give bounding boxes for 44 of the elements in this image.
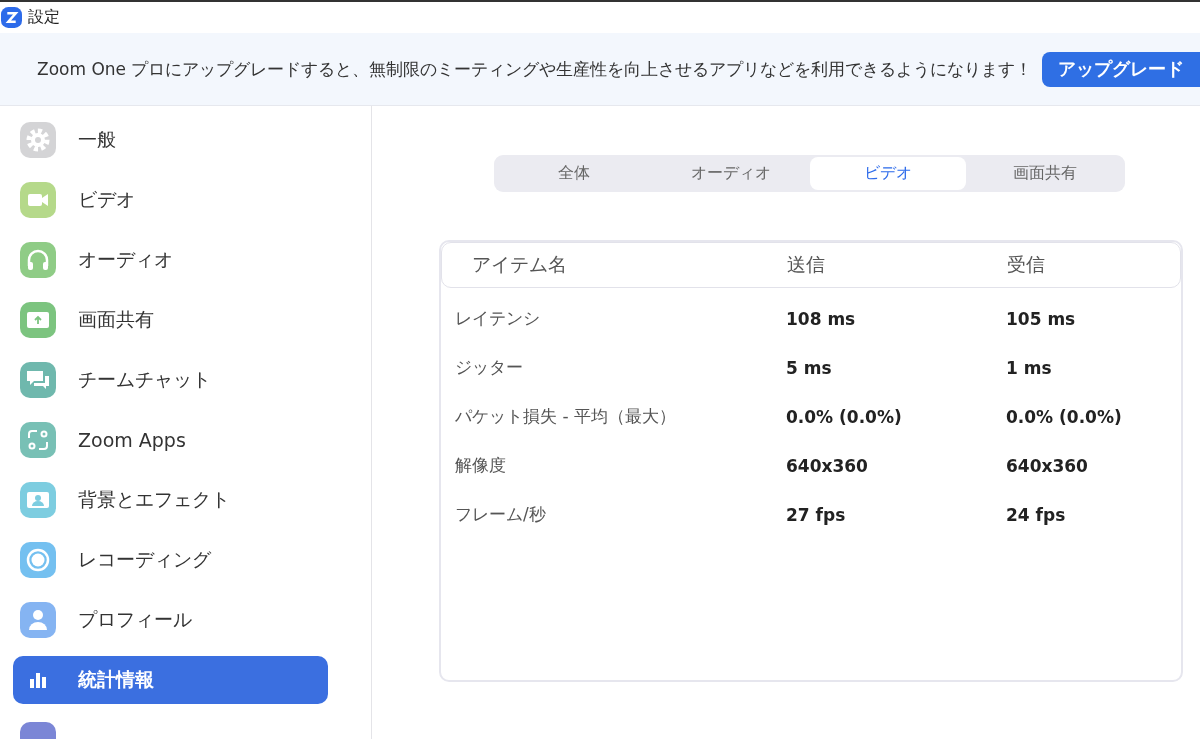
- chat-bubbles-icon: [20, 362, 56, 398]
- gear-icon: [20, 122, 56, 158]
- sidebar-item[interactable]: Zoom Apps: [13, 416, 328, 464]
- table-cell-text: パケット損失 - 平均（最大）: [455, 405, 677, 428]
- table-cell-text: レイテンシ: [455, 307, 541, 330]
- table-cell-text: 108 ms: [786, 308, 857, 329]
- table-cell-text: 24 fps: [1006, 504, 1067, 525]
- sidebar-item[interactable]: 統計情報: [13, 656, 328, 704]
- headphones-icon: [20, 242, 56, 278]
- tab[interactable]: ビデオ: [809, 157, 967, 190]
- window-title: 設定: [28, 7, 60, 28]
- tab[interactable]: 全体: [496, 157, 653, 190]
- screen-share-icon: [20, 302, 56, 338]
- person-card-icon: [20, 482, 56, 518]
- table-cell-text: 1 ms: [1006, 357, 1053, 378]
- banner-text: Zoom One プロにアップグレードすると、無制限のミーティングや生産性を向上させるアプリなどを利用できるようになります！: [37, 57, 1034, 81]
- table-cell-text: ジッター: [455, 356, 524, 379]
- sidebar-item[interactable]: チームチャット: [13, 356, 328, 404]
- table-cell-text: 640x360: [1006, 455, 1089, 476]
- table-cell-text: 105 ms: [1006, 308, 1077, 329]
- apps-icon: [20, 422, 56, 458]
- person-icon: [20, 602, 56, 638]
- sidebar-item[interactable]: 画面共有: [13, 296, 328, 344]
- table-cell-text: 640x360: [786, 455, 869, 476]
- sidebar-item[interactable]: 背景とエフェクト: [13, 476, 328, 524]
- sidebar-item[interactable]: 一般: [13, 116, 328, 164]
- column-header: アイテム名: [472, 252, 568, 277]
- table-cell-text: 5 ms: [786, 357, 833, 378]
- table-cell-text: 解像度: [455, 454, 507, 477]
- table-cell-text: フレーム/秒: [455, 503, 547, 526]
- column-header: 受信: [1007, 252, 1046, 277]
- sidebar-item[interactable]: オーディオ: [13, 236, 328, 284]
- tab[interactable]: オーディオ: [652, 157, 810, 190]
- sidebar-item[interactable]: プロフィール: [13, 596, 328, 644]
- table-cell-text: 27 fps: [786, 504, 847, 525]
- table-cell-text: 0.0% (0.0%): [1006, 406, 1123, 427]
- record-icon: [20, 542, 56, 578]
- sidebar-item[interactable]: ビデオ: [13, 176, 328, 224]
- sidebar-item[interactable]: レコーディング: [13, 536, 328, 584]
- upgrade-button[interactable]: アップグレード: [1042, 51, 1200, 87]
- column-header: 送信: [787, 252, 826, 277]
- table-cell-text: 0.0% (0.0%): [786, 406, 903, 427]
- video-camera-icon: [20, 182, 56, 218]
- tab[interactable]: 画面共有: [966, 157, 1123, 190]
